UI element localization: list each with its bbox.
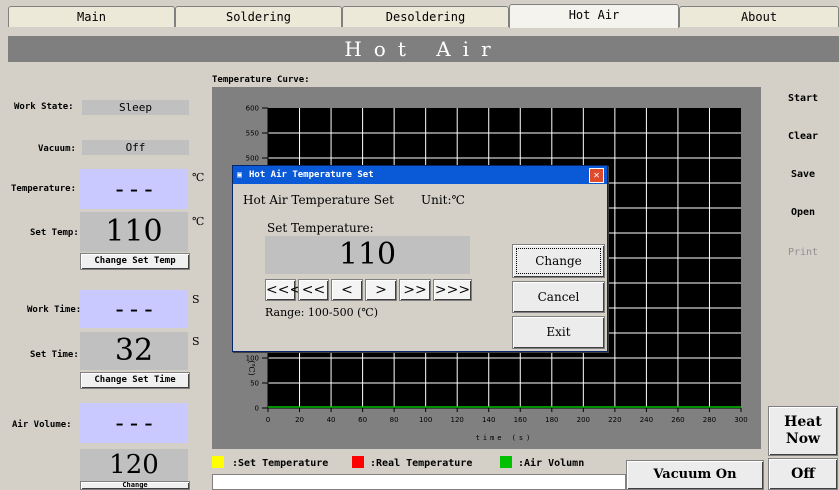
set-time-unit: S (192, 335, 200, 348)
x-tick-label: 40 (327, 416, 336, 424)
legend-swatch-set-temp (212, 456, 224, 468)
tab-soldering[interactable]: Soldering (175, 6, 342, 27)
tab-main[interactable]: Main (8, 6, 175, 27)
temperature-set-dialog: ▣ Hot Air Temperature Set ✕ Hot Air Temp… (232, 165, 608, 352)
x-tick-label: 240 (640, 416, 653, 424)
temperature-unit: ℃ (192, 171, 205, 184)
dialog-unit: Unit:℃ (421, 193, 465, 207)
decrease-1-button[interactable]: < (331, 279, 363, 301)
change-set-time-button[interactable]: Change Set Time (80, 372, 190, 389)
y-tick-label: 550 (246, 130, 259, 138)
vacuum-value: Off (82, 140, 189, 155)
range-text: Range: 100-500 (℃) (265, 306, 379, 319)
dialog-title-bar: ▣ Hot Air Temperature Set ✕ (233, 166, 607, 184)
off-button[interactable]: Off (768, 458, 838, 490)
legend-air-volume: :Air Volumn (518, 458, 585, 469)
x-tick-label: 80 (390, 416, 399, 424)
x-tick-label: 20 (295, 416, 304, 424)
set-time-value: 32 (80, 332, 188, 370)
air-set-value: 120 (80, 449, 188, 481)
vacuum-label: Vacuum: (38, 144, 76, 154)
x-tick-label: 140 (482, 416, 495, 424)
work-state-label: Work State: (14, 102, 74, 112)
increase-1-button[interactable]: > (365, 279, 397, 301)
work-time-value: --- (80, 290, 188, 328)
increase-100-button[interactable]: >>> (433, 279, 472, 301)
decrease-100-button[interactable]: <<< (265, 279, 301, 301)
tab-hot-air[interactable]: Hot Air (509, 4, 679, 28)
save-button[interactable]: Save (768, 166, 838, 184)
air-volume-value: --- (80, 403, 188, 443)
x-tick-label: 220 (608, 416, 621, 424)
change-button[interactable]: Change (512, 244, 605, 278)
x-tick-label: 200 (577, 416, 590, 424)
tab-about[interactable]: About (679, 6, 839, 27)
x-tick-label: 100 (419, 416, 432, 424)
start-button[interactable]: Start (768, 90, 838, 108)
y-tick-label: 600 (246, 105, 259, 113)
print-button[interactable]: Print (768, 244, 838, 262)
x-tick-label: 260 (671, 416, 684, 424)
window-icon: ▣ (237, 170, 242, 179)
y-tick-label: 50 (250, 380, 259, 388)
change-air-button[interactable]: Change (80, 481, 190, 490)
temperature-label: Temperature: (11, 184, 77, 194)
set-temp-unit: ℃ (192, 215, 205, 228)
x-tick-label: 280 (703, 416, 716, 424)
x-tick-label: 0 (266, 416, 270, 424)
temperature-value: --- (80, 169, 188, 209)
set-time-label: Set Time: (30, 350, 79, 360)
change-set-temp-button[interactable]: Change Set Temp (80, 253, 190, 270)
legend-swatch-real-temp (352, 456, 364, 468)
y-tick-label: 500 (246, 155, 259, 163)
set-temp-value: 110 (80, 212, 188, 252)
dialog-title: Hot Air Temperature Set (249, 170, 374, 180)
legend-real-temp: :Real Temperature (370, 458, 473, 469)
exit-button[interactable]: Exit (512, 316, 605, 349)
tab-bar: Main Soldering Desoldering Hot Air About (0, 0, 839, 28)
air-volume-label: Air Volume: (12, 420, 72, 430)
vacuum-on-button[interactable]: Vacuum On (626, 460, 764, 490)
cancel-button[interactable]: Cancel (512, 281, 605, 313)
x-tick-label: 180 (545, 416, 558, 424)
chart-title: Temperature Curve: (212, 75, 310, 85)
x-tick-label: 60 (358, 416, 367, 424)
dialog-heading: Hot Air Temperature Set (243, 193, 394, 207)
clear-button[interactable]: Clear (768, 128, 838, 146)
open-button[interactable]: Open (768, 204, 838, 222)
close-icon[interactable]: ✕ (589, 168, 604, 183)
dialog-temperature-value: 110 (265, 236, 470, 274)
x-tick-label: 160 (514, 416, 527, 424)
work-time-label: Work Time: (27, 305, 82, 315)
tab-desoldering[interactable]: Desoldering (342, 6, 509, 27)
x-axis-label: time (s) (476, 434, 534, 442)
decrease-10-button[interactable]: << (298, 279, 329, 301)
y-axis-label: (℃) (247, 360, 256, 375)
set-temp-label: Set Temp: (30, 228, 79, 238)
page-title: Hot Air (8, 36, 839, 62)
legend-set-temp: :Set Temperature (232, 458, 329, 469)
increase-10-button[interactable]: >> (399, 279, 431, 301)
x-tick-label: 120 (451, 416, 464, 424)
work-time-unit: S (192, 293, 200, 306)
legend-swatch-air (500, 456, 512, 468)
x-tick-label: 300 (734, 416, 747, 424)
set-temperature-label: Set Temperature: (267, 221, 374, 235)
work-state-value: Sleep (82, 100, 189, 115)
y-tick-label: 0 (255, 405, 259, 413)
heat-now-button[interactable]: Heat Now (768, 406, 838, 456)
